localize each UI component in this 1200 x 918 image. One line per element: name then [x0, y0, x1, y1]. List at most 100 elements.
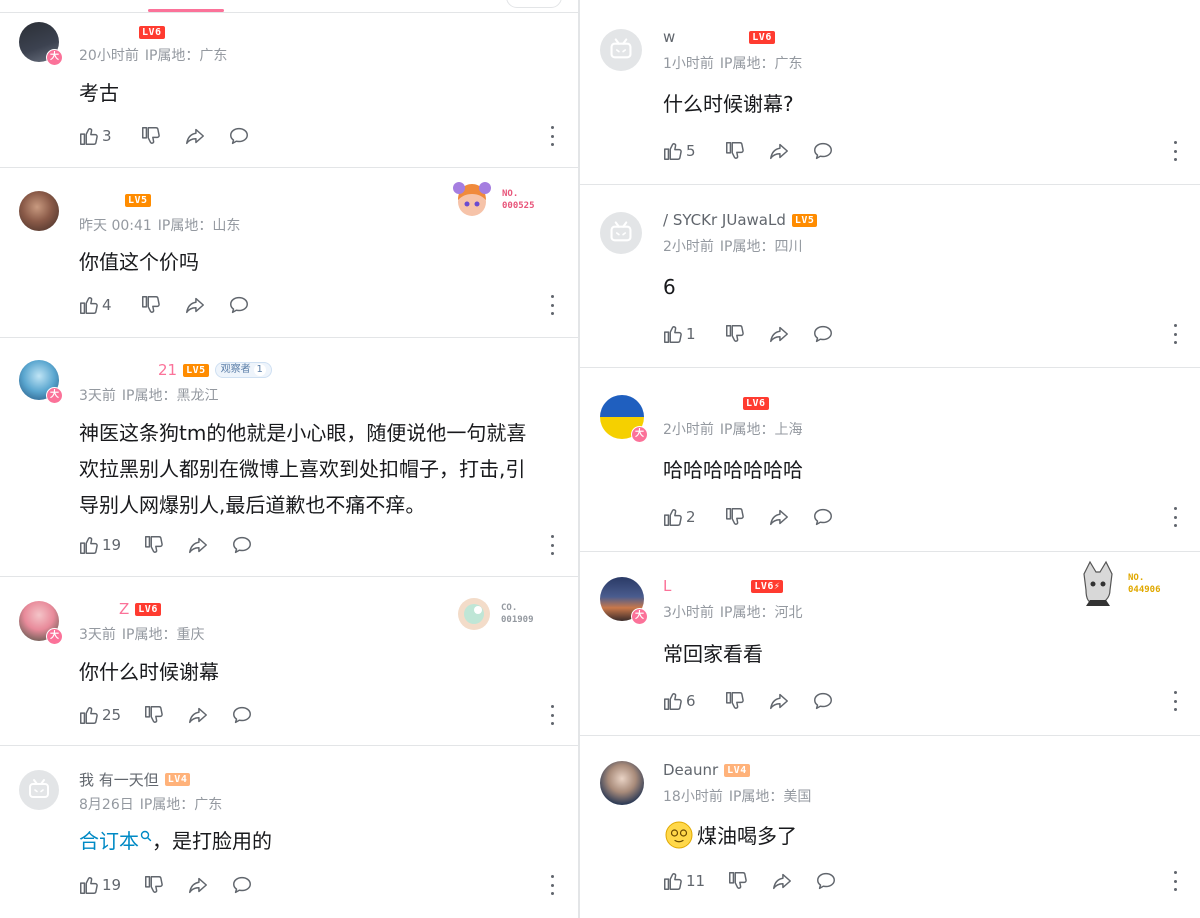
- comment-icon: [814, 142, 832, 160]
- share-icon: [770, 509, 788, 526]
- dislike-button[interactable]: [724, 140, 746, 162]
- thumbs-up-icon: [664, 693, 682, 710]
- comment-icon: [230, 127, 248, 145]
- level-badge: LV5: [125, 193, 151, 207]
- reply-button[interactable]: [231, 874, 253, 896]
- share-button[interactable]: [184, 294, 206, 316]
- fan-number: NO. 044906: [1128, 573, 1161, 595]
- comments-column-left: 大 LV6 20小时前 IP属地：广东 考古 3 LV5 昨天 00:41 IP属地…: [0, 0, 578, 918]
- avatar[interactable]: [600, 29, 642, 71]
- comment-text: 神医这条狗tm的他就是小心眼，随便说他一句就喜 欢拉黑别人都别在微博上喜欢到处扣…: [79, 421, 527, 517]
- share-button[interactable]: [768, 690, 790, 712]
- share-button[interactable]: [187, 874, 209, 896]
- comment-time: 3天前: [79, 627, 116, 643]
- share-button[interactable]: [768, 140, 790, 162]
- like-count: 4: [102, 296, 112, 314]
- avatar[interactable]: 大: [19, 360, 63, 404]
- share-button[interactable]: [768, 506, 790, 528]
- ip-location: IP属地：重庆: [121, 627, 205, 643]
- share-button[interactable]: [187, 534, 209, 556]
- more-options-button[interactable]: [1172, 507, 1178, 527]
- reply-button[interactable]: [231, 704, 253, 726]
- search-link[interactable]: 合订本: [79, 829, 139, 853]
- reply-button[interactable]: [812, 140, 834, 162]
- avatar[interactable]: 大: [600, 577, 648, 625]
- like-button[interactable]: 1: [662, 323, 702, 345]
- wolf-character-icon: [1083, 560, 1113, 606]
- avatar[interactable]: [600, 761, 644, 805]
- comment-time: 8月26日: [79, 797, 134, 813]
- share-button[interactable]: [771, 870, 793, 892]
- username[interactable]: / SYCKr JUawaLd: [663, 211, 786, 229]
- avatar[interactable]: [19, 191, 59, 231]
- dislike-button[interactable]: [143, 704, 165, 726]
- thumbs-up-icon: [664, 143, 682, 160]
- like-button[interactable]: 6: [662, 690, 702, 712]
- like-button[interactable]: 11: [662, 870, 705, 892]
- thumbs-up-icon: [80, 537, 98, 554]
- reply-button[interactable]: [228, 125, 250, 147]
- anime-character-icon: [453, 182, 491, 216]
- dislike-button[interactable]: [724, 690, 746, 712]
- comment-item: 大 LV6 20小时前 IP属地：广东 考古 3: [0, 13, 578, 168]
- more-options-button[interactable]: [1172, 141, 1178, 161]
- comment-icon: [233, 536, 252, 554]
- thumbs-down-icon: [726, 692, 744, 709]
- dislike-button[interactable]: [724, 323, 746, 345]
- dislike-button[interactable]: [143, 534, 165, 556]
- thumbs-up-icon: [664, 509, 682, 526]
- reply-button[interactable]: [812, 323, 834, 345]
- sort-toggle[interactable]: [506, 0, 562, 8]
- more-options-button[interactable]: [1172, 871, 1178, 891]
- more-options-button[interactable]: [1172, 691, 1178, 711]
- avatar[interactable]: 大: [19, 601, 63, 645]
- dislike-button[interactable]: [143, 874, 165, 896]
- dislike-button[interactable]: [727, 870, 749, 892]
- comment-text: 考古: [79, 81, 119, 105]
- username[interactable]: L: [663, 577, 671, 595]
- more-options-button[interactable]: [1172, 324, 1178, 344]
- like-button[interactable]: 3: [78, 125, 118, 147]
- dizzy-face-emoji-icon: [665, 821, 693, 849]
- username[interactable]: 我 有一天但: [79, 769, 159, 790]
- username[interactable]: Deaunr: [663, 761, 718, 779]
- like-button[interactable]: 19: [78, 874, 121, 896]
- dislike-button[interactable]: [724, 506, 746, 528]
- like-button[interactable]: 2: [662, 506, 702, 528]
- verified-badge-icon: 大: [631, 426, 648, 443]
- like-button[interactable]: 19: [78, 534, 121, 556]
- share-button[interactable]: [184, 125, 206, 147]
- ip-location: IP属地：广东: [144, 48, 228, 64]
- more-options-button[interactable]: [549, 295, 555, 315]
- like-button[interactable]: 4: [78, 294, 118, 316]
- reply-button[interactable]: [228, 294, 250, 316]
- username[interactable]: 21: [158, 361, 177, 379]
- like-count: 19: [102, 536, 122, 554]
- reply-button[interactable]: [812, 690, 834, 712]
- comment-item: 大 Z LV6 3天前 IP属地：重庆 CO. 001909 你什么时候谢幕 25: [0, 577, 578, 746]
- search-icon: [140, 830, 152, 842]
- username[interactable]: Z: [119, 600, 129, 618]
- share-button[interactable]: [187, 704, 209, 726]
- comment-icon: [233, 876, 252, 894]
- comment-text: 常回家看看: [663, 642, 763, 666]
- avatar[interactable]: [600, 212, 642, 254]
- reply-button[interactable]: [815, 870, 837, 892]
- more-options-button[interactable]: [549, 126, 555, 146]
- more-options-button[interactable]: [549, 535, 555, 555]
- more-options-button[interactable]: [549, 875, 555, 895]
- reply-button[interactable]: [812, 506, 834, 528]
- avatar[interactable]: [19, 770, 59, 810]
- avatar[interactable]: 大: [600, 395, 648, 443]
- comments-column-right: w LV6 1小时前 IP属地：广东 什么时候谢幕? 5 / SYCKr JUaw…: [580, 0, 1200, 918]
- like-button[interactable]: 25: [78, 704, 121, 726]
- avatar[interactable]: 大: [19, 22, 63, 66]
- like-button[interactable]: 5: [662, 140, 702, 162]
- share-button[interactable]: [768, 323, 790, 345]
- dislike-button[interactable]: [140, 125, 162, 147]
- more-options-button[interactable]: [549, 705, 555, 725]
- like-count: 3: [102, 127, 112, 145]
- reply-button[interactable]: [231, 534, 253, 556]
- dislike-button[interactable]: [140, 294, 162, 316]
- username[interactable]: w: [663, 28, 675, 46]
